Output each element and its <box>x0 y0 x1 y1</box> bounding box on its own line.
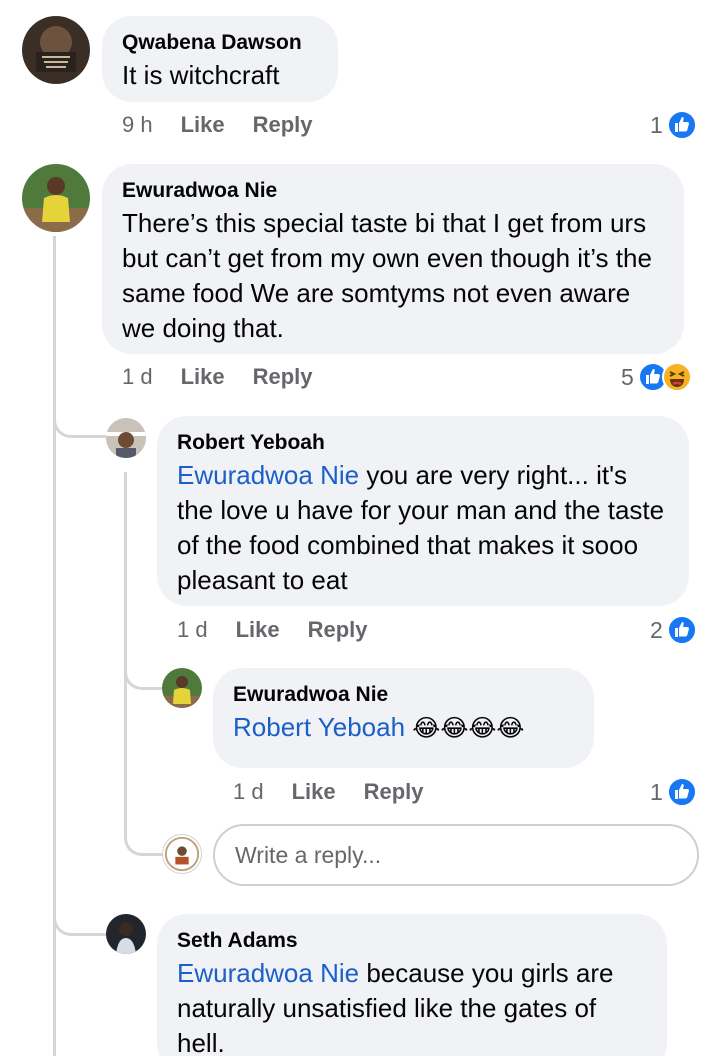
avatar[interactable] <box>22 164 90 232</box>
comment-actions: 9 h Like Reply <box>122 110 341 140</box>
mention-link[interactable]: Ewuradwoa Nie <box>177 958 359 988</box>
comment-actions: 1 d Like Reply <box>233 777 452 807</box>
reaction-count: 1 <box>650 778 663 805</box>
comment-time[interactable]: 1 d <box>122 364 153 390</box>
haha-reaction-icon <box>661 362 692 392</box>
emoji-text: 😂😂😂😂 <box>412 714 525 742</box>
comment-text: It is witchcraft <box>122 60 280 90</box>
comment-author[interactable]: Robert Yeboah <box>177 430 669 456</box>
like-button[interactable]: Like <box>181 112 225 138</box>
comment-author[interactable]: Seth Adams <box>177 928 647 954</box>
reaction-summary[interactable]: 2 <box>650 615 697 645</box>
reaction-count: 2 <box>650 616 663 643</box>
comment-actions: 1 d Like Reply <box>122 362 341 392</box>
comment-actions: 1 d Like Reply <box>177 615 396 645</box>
like-button[interactable]: Like <box>292 779 336 805</box>
comment-author[interactable]: Ewuradwoa Nie <box>122 178 664 204</box>
comment-text: Robert Yeboah 😂😂😂😂 <box>233 710 574 746</box>
comment-author[interactable]: Ewuradwoa Nie <box>233 682 574 708</box>
like-reaction-icon <box>666 777 697 807</box>
thread-line <box>53 236 56 1056</box>
comment-time[interactable]: 1 d <box>233 779 264 805</box>
comment-time[interactable]: 1 d <box>177 617 208 643</box>
reaction-count: 5 <box>621 363 634 390</box>
comment-text: Ewuradwoa Nie because you girls are natu… <box>177 956 647 1056</box>
mention-link[interactable]: Ewuradwoa Nie <box>177 460 359 490</box>
comment-author[interactable]: Qwabena Dawson <box>122 30 318 56</box>
reply-button[interactable]: Reply <box>253 364 313 390</box>
thread-connector <box>53 890 108 936</box>
comment-text: Ewuradwoa Nie you are very right... it's… <box>177 458 669 598</box>
reaction-summary[interactable]: 1 <box>650 110 697 140</box>
like-button[interactable]: Like <box>236 617 280 643</box>
avatar[interactable] <box>162 668 202 708</box>
comment-bubble: Ewuradwoa Nie Robert Yeboah 😂😂😂😂 <box>213 668 594 768</box>
reply-composer[interactable] <box>213 824 699 886</box>
reply-button[interactable]: Reply <box>253 112 313 138</box>
mention-link[interactable]: Robert Yeboah <box>233 712 405 742</box>
comment-time[interactable]: 9 h <box>122 112 153 138</box>
like-reaction-icon <box>666 110 697 140</box>
like-button[interactable]: Like <box>181 364 225 390</box>
avatar[interactable] <box>22 16 90 84</box>
reply-button[interactable]: Reply <box>364 779 424 805</box>
thread-connector <box>53 392 108 438</box>
avatar[interactable] <box>106 914 146 954</box>
avatar[interactable] <box>106 418 146 458</box>
comment-bubble: Robert Yeboah Ewuradwoa Nie you are very… <box>157 416 689 606</box>
current-user-avatar <box>162 834 202 874</box>
comment-bubble: Ewuradwoa Nie There’s this special taste… <box>102 164 684 354</box>
comment-text: There’s this special taste bi that I get… <box>122 208 652 343</box>
comment-bubble: Seth Adams Ewuradwoa Nie because you gir… <box>157 914 667 1056</box>
reaction-summary[interactable]: 1 <box>650 777 697 807</box>
reply-input[interactable] <box>235 841 677 869</box>
comment-bubble: Qwabena Dawson It is witchcraft <box>102 16 338 102</box>
reaction-count: 1 <box>650 111 663 138</box>
thread-connector <box>124 818 164 856</box>
reply-button[interactable]: Reply <box>308 617 368 643</box>
like-reaction-icon <box>666 615 697 645</box>
thread-connector <box>124 652 164 690</box>
reaction-summary[interactable]: 5 <box>621 362 692 392</box>
